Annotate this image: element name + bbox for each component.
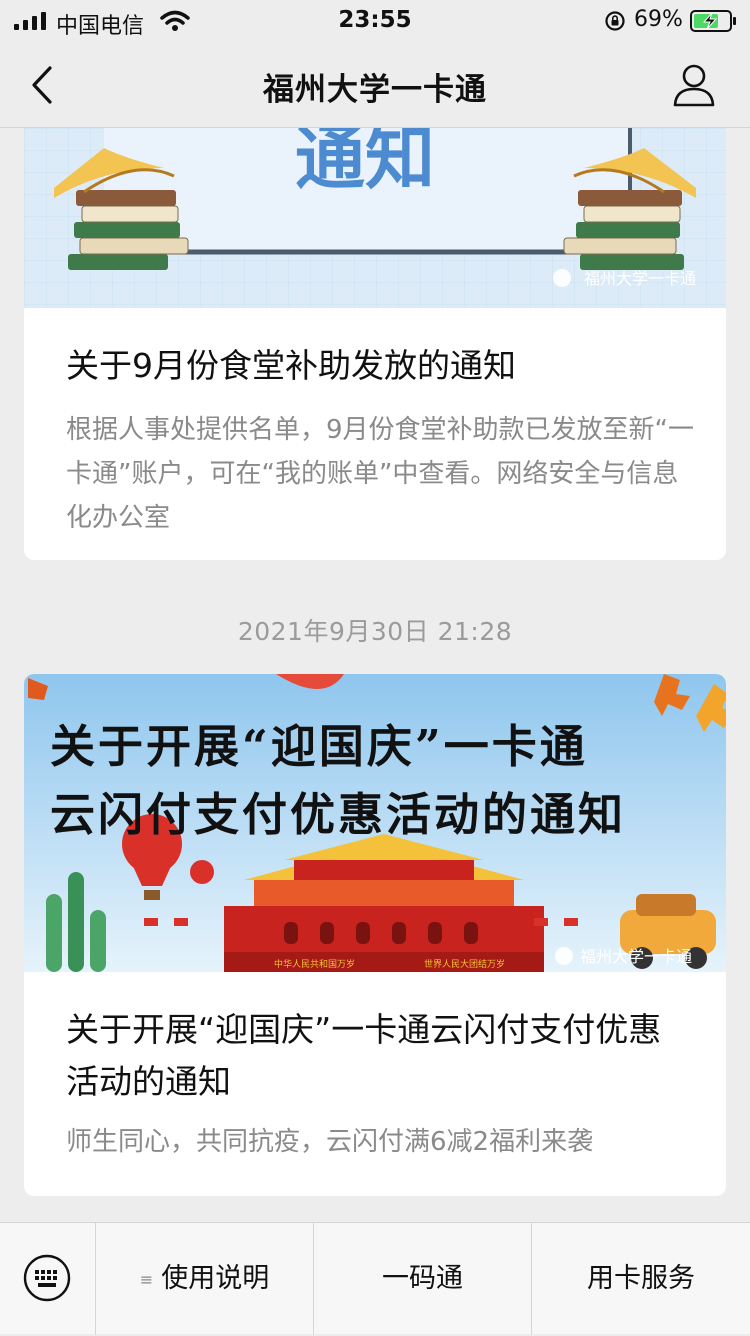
status-bar: 中国电信 23:55 69% [0, 0, 750, 42]
article-title: 关于开展“迎国庆”一卡通云闪付支付优惠活动的通知 [66, 1010, 662, 1101]
svg-text:中华人民共和国万岁: 中华人民共和国万岁 [274, 958, 355, 970]
menu-usage-guide[interactable]: ≡ 使用说明 [96, 1223, 314, 1335]
battery-charging-icon [690, 10, 736, 32]
rotation-lock-icon [605, 11, 625, 31]
bottom-menu-bar: ≡ 使用说明 一码通 用卡服务 [0, 1222, 750, 1335]
keyboard-toggle-button[interactable] [0, 1223, 96, 1335]
article-feed: 通知 福州大学一卡通 关于9月份食堂补助发放的通知 根据人事处提供名单，9月份食… [0, 128, 750, 1222]
menu-label: 用卡服务 [587, 1263, 695, 1294]
page-title: 福州大学一卡通 [263, 72, 487, 108]
svg-text:世界人民大团结万岁: 世界人民大团结万岁 [424, 958, 505, 970]
article-description: 根据人事处提供名单，9月份食堂补助款已发放至新“一卡通”账户，可在“我的账单”中… [66, 415, 695, 533]
national-day-banner-image: 中华人民共和国万岁 世界人民大团结万岁 关于开展“迎国庆”一卡通 云闪付支付优惠… [24, 674, 726, 972]
profile-icon[interactable] [672, 62, 716, 108]
keyboard-icon [23, 1254, 71, 1302]
message-timestamp: 2021年9月30日 21:28 [237, 617, 513, 646]
svg-text:福州大学一卡通: 福州大学一卡通 [580, 947, 692, 966]
menu-one-code-pass[interactable]: 一码通 [314, 1223, 532, 1335]
article-card-national-day-promo[interactable]: 中华人民共和国万岁 世界人民大团结万岁 关于开展“迎国庆”一卡通 云闪付支付优惠… [24, 674, 726, 1196]
svg-text:云闪付支付优惠活动的通知: 云闪付支付优惠活动的通知 [50, 788, 626, 841]
menu-label: 一码通 [382, 1263, 463, 1294]
article-card-canteen-subsidy[interactable]: 通知 福州大学一卡通 关于9月份食堂补助发放的通知 根据人事处提供名单，9月份食… [24, 128, 726, 560]
menu-label: 使用说明 [161, 1263, 270, 1294]
svg-text:福州大学一卡通: 福州大学一卡通 [584, 269, 696, 288]
svg-text:通知: 通知 [295, 128, 435, 199]
notice-cover-image: 通知 福州大学一卡通 [24, 128, 726, 308]
article-description: 师生同心，共同抗疫，云闪付满6减2福利来袭 [66, 1127, 594, 1157]
svg-text:关于开展“迎国庆”一卡通: 关于开展“迎国庆”一卡通 [50, 720, 588, 773]
menu-card-services[interactable]: 用卡服务 [532, 1223, 750, 1335]
article-title: 关于9月份食堂补助发放的通知 [66, 346, 516, 385]
battery-percent: 69% [634, 7, 683, 32]
submenu-list-icon: ≡ [139, 1269, 154, 1289]
navigation-bar: 福州大学一卡通 [0, 42, 750, 128]
